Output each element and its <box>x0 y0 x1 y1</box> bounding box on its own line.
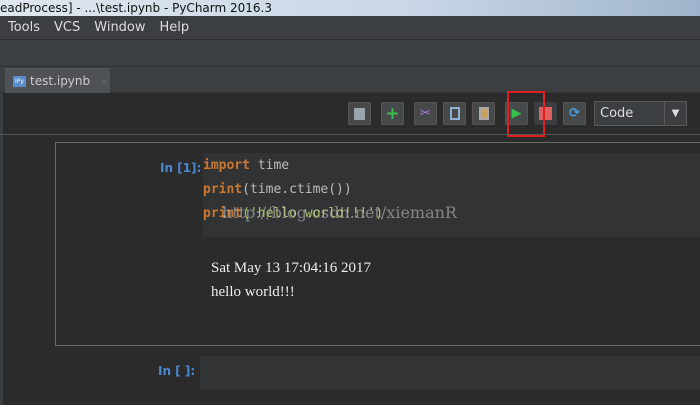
chevron-down-icon[interactable]: ▼ <box>664 102 686 125</box>
ipython-file-icon: IPy <box>13 75 26 87</box>
cell-type-select[interactable]: Code ▼ <box>594 101 687 126</box>
menu-tools[interactable]: Tools <box>8 16 40 39</box>
menu-help[interactable]: Help <box>160 16 190 39</box>
save-icon <box>354 107 365 120</box>
navigation-bar <box>0 40 700 66</box>
paste-button[interactable] <box>472 102 495 125</box>
code-input-empty[interactable] <box>200 356 700 390</box>
toolbar-divider <box>0 134 700 135</box>
plus-icon: + <box>385 103 400 124</box>
run-button-highlight <box>507 91 545 137</box>
cut-button[interactable]: ✂ <box>414 102 437 125</box>
save-button[interactable] <box>348 102 371 125</box>
copy-icon <box>449 107 460 120</box>
restart-kernel-button[interactable]: ⟳ <box>563 102 586 125</box>
copy-button[interactable] <box>443 102 466 125</box>
menu-bar: Tools VCS Window Help <box>0 16 700 40</box>
scissors-icon: ✂ <box>420 106 431 121</box>
cell-output-line: hello world!!! <box>211 284 295 300</box>
left-gutter <box>0 93 3 405</box>
code-input[interactable]: import time print(time.ctime()) print('h… <box>203 153 700 237</box>
close-tab-icon[interactable]: × <box>100 75 109 88</box>
cell-prompt: In [1]: <box>160 161 202 175</box>
tab-label: test.ipynb <box>30 74 91 88</box>
paste-icon <box>478 107 489 120</box>
menu-vcs[interactable]: VCS <box>54 16 80 39</box>
add-cell-button[interactable]: + <box>381 102 404 125</box>
restart-icon: ⟳ <box>569 106 580 121</box>
code-line: import time <box>203 158 290 173</box>
editor-tabs: IPy test.ipynb × <box>0 66 700 94</box>
cell-output-line: Sat May 13 17:04:16 2017 <box>211 260 371 276</box>
menu-window[interactable]: Window <box>94 16 145 39</box>
cell-type-value: Code <box>600 106 634 121</box>
watermark: http://blog.csdn.net/xiemanR <box>222 203 457 222</box>
cell-prompt: In [ ]: <box>158 364 196 378</box>
window-title: eadProcess] - ...\test.ipynb - PyCharm 2… <box>0 0 700 16</box>
code-line: print(time.ctime()) <box>203 182 352 197</box>
tab-test-ipynb[interactable]: IPy test.ipynb × <box>5 68 110 94</box>
